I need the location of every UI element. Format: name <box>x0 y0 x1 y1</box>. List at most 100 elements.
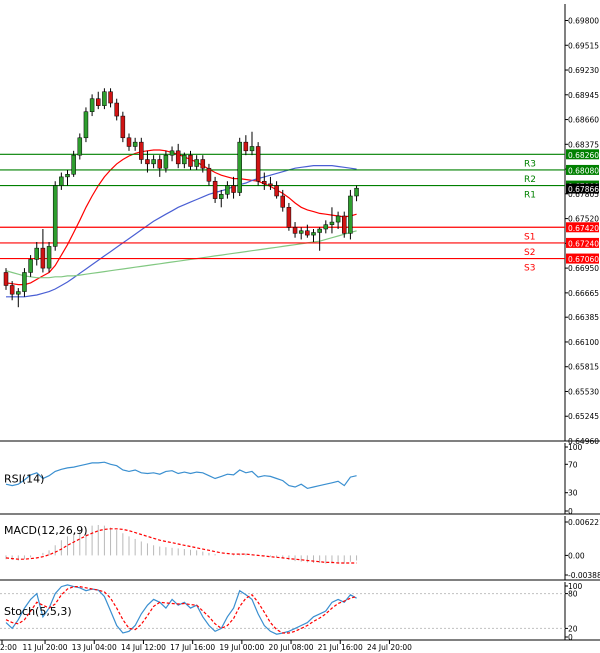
candle-body <box>34 247 39 260</box>
y-tick-label: 0.68375 <box>568 140 599 149</box>
y-tick-label: 0.00 <box>568 551 585 560</box>
candle-body <box>206 167 212 182</box>
candle-body <box>335 215 341 223</box>
candle-body <box>22 272 27 292</box>
y-tick-label: 0.66100 <box>568 338 599 347</box>
candle-body <box>237 141 242 193</box>
x-tick-label: 20 Jul 08:00 <box>269 643 314 652</box>
candle-body <box>71 154 76 175</box>
price-panel: 0.69800 0.69515 0.69230 0.68945 0.68660 0.683… <box>0 4 600 446</box>
candle-body <box>200 159 206 169</box>
candle-body <box>126 137 132 147</box>
candle-body <box>323 224 329 230</box>
y-tick-label: 0.69230 <box>568 66 599 75</box>
level-label-r1: R1 <box>524 191 536 201</box>
y-tick-label: 0.65815 <box>568 363 599 372</box>
candle-body <box>274 185 279 197</box>
level-value-r2: 0.68080 <box>568 166 599 175</box>
candle-body <box>114 102 119 117</box>
candle-body <box>132 141 138 147</box>
candle-body <box>108 91 113 104</box>
candle-body <box>96 98 101 106</box>
level-label-s3: S3 <box>524 264 535 274</box>
candle-body <box>16 291 21 295</box>
candle-body <box>151 159 156 165</box>
candle-body <box>311 232 316 236</box>
candle-body <box>145 159 150 165</box>
y-tick-label: 0.67520 <box>568 215 599 224</box>
y-tick-label: 30 <box>568 489 578 498</box>
candle-body <box>169 150 175 156</box>
level-value-s2: 0.67240 <box>568 239 599 248</box>
candle-body <box>212 180 218 199</box>
y-tick-label: 80 <box>568 590 578 599</box>
candle-body <box>329 221 335 225</box>
candle-body <box>120 115 126 139</box>
candle-body <box>243 141 249 152</box>
candle-body <box>182 154 187 165</box>
rsi-title: RSI(14) <box>4 473 44 486</box>
y-tick-label: 0.66950 <box>568 264 599 273</box>
y-tick-label: 0.69515 <box>568 41 599 50</box>
y-tick-label: 0.65245 <box>568 412 599 421</box>
level-label-s2: S2 <box>524 248 535 258</box>
stoch-title: Stoch(5,5,3) <box>4 605 72 618</box>
x-tick-label: 14 Jul 12:00 <box>121 643 166 652</box>
candle-body <box>298 230 304 234</box>
y-tick-label: 0.66385 <box>568 313 599 322</box>
stochastic-panel: 10080200Stoch(5,5,3) <box>0 582 600 642</box>
level-label-r2: R2 <box>524 175 536 185</box>
rsi-panel: 100 70 30 0 RSI(14) <box>0 443 600 516</box>
level-value-r3: 0.68260 <box>568 151 599 160</box>
level-value-s3: 0.67060 <box>568 255 599 264</box>
candle-body <box>292 227 298 234</box>
level-label-s1: S1 <box>524 232 535 242</box>
y-tick-label: 100 <box>568 443 583 452</box>
candle-body <box>354 187 359 197</box>
candle-body <box>286 207 292 228</box>
forex-chart: 0.69800 0.69515 0.69230 0.68945 0.68660 0.683… <box>0 4 600 652</box>
x-tick-label: 17 Jul 16:00 <box>170 643 215 652</box>
y-tick-label: 0.68660 <box>568 116 599 125</box>
macd-title: MACD(12,26,9) <box>4 524 88 537</box>
candle-body <box>102 91 107 106</box>
y-tick-label: 70 <box>568 460 578 469</box>
y-tick-label: 0.69800 <box>568 17 599 26</box>
candle-body <box>28 259 33 273</box>
candle-body <box>3 272 9 286</box>
candle-body <box>89 98 95 112</box>
x-tick-label: 24 Jul 20:00 <box>367 643 412 652</box>
time-axis: 2:00 11 Jul 20:00 13 Jul 04:00 14 Jul 12:00… <box>0 640 412 652</box>
candle-body <box>219 194 224 199</box>
y-tick-label: -0.003883 <box>568 571 600 580</box>
candle-body <box>194 159 199 167</box>
candle-body <box>305 230 310 236</box>
candle-body <box>231 185 236 193</box>
candle-body <box>40 247 46 269</box>
candle-body <box>348 195 353 234</box>
candle-body <box>83 111 89 139</box>
candle-body <box>262 180 267 185</box>
level-label-r3: R3 <box>524 159 536 169</box>
y-tick-label: 0.68945 <box>568 91 599 100</box>
y-tick-label: 0 <box>568 633 573 642</box>
panel-background <box>0 4 565 441</box>
x-tick-label: 13 Jul 04:00 <box>72 643 117 652</box>
y-tick-label: 0 <box>568 507 573 516</box>
candle-body <box>157 159 162 169</box>
y-tick-label: 0.65530 <box>568 387 599 396</box>
candle-body <box>249 146 255 152</box>
candle-body <box>268 183 273 186</box>
candle-body <box>175 150 181 165</box>
candle-body <box>9 285 15 295</box>
candle-body <box>163 154 169 169</box>
last-price-label: 0.67866 <box>568 185 599 194</box>
candle-body <box>59 176 64 186</box>
candle-body <box>139 141 144 160</box>
candle-body <box>77 137 83 156</box>
y-tick-label: 0.66665 <box>568 289 599 298</box>
x-tick-label: 19 Jul 00:00 <box>219 643 264 652</box>
x-tick-label: 2:00 <box>0 643 17 652</box>
candle-body <box>255 146 261 182</box>
panel-background <box>0 443 565 514</box>
